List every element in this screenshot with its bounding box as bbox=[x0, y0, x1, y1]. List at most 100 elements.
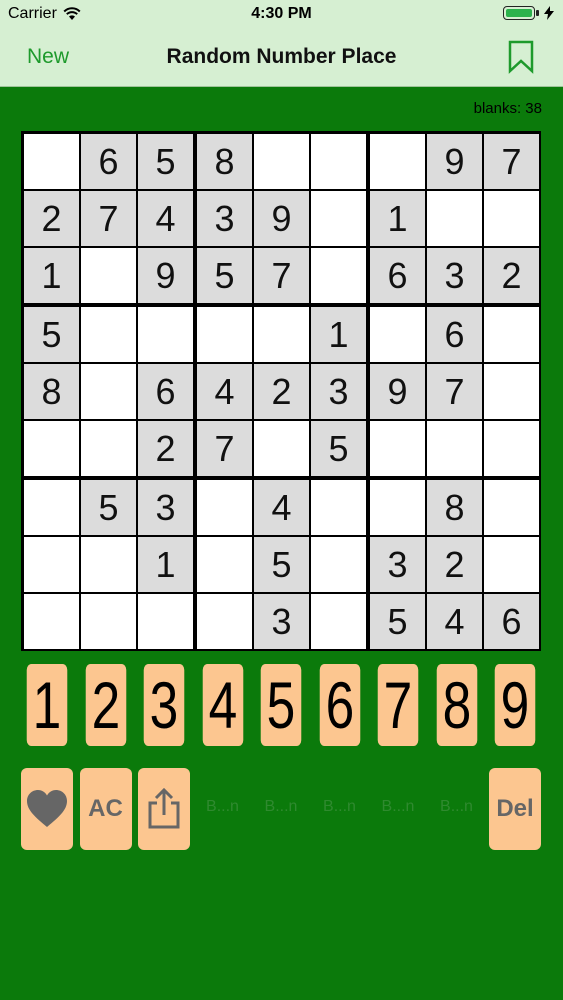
board-cell-r3-c1[interactable]: 1 bbox=[24, 248, 79, 303]
board-cell-r7-c7[interactable] bbox=[370, 480, 425, 535]
board-cell-r9-c6[interactable] bbox=[311, 594, 366, 649]
board-cell-r8-c4[interactable] bbox=[197, 537, 252, 592]
board-cell-r7-c3[interactable]: 3 bbox=[138, 480, 193, 535]
board-cell-r9-c1[interactable] bbox=[24, 594, 79, 649]
board-cell-r9-c2[interactable] bbox=[81, 594, 136, 649]
number-key-4[interactable]: 4 bbox=[202, 664, 243, 746]
number-key-9[interactable]: 9 bbox=[494, 664, 536, 746]
board-cell-r6-c6[interactable]: 5 bbox=[311, 421, 366, 476]
board-cell-r2-c5[interactable]: 9 bbox=[254, 191, 309, 246]
board-cell-r6-c2[interactable] bbox=[81, 421, 136, 476]
board-cell-r8-c2[interactable] bbox=[81, 537, 136, 592]
board-cell-r2-c3[interactable]: 4 bbox=[138, 191, 193, 246]
board-cell-r1-c3[interactable]: 5 bbox=[138, 134, 193, 189]
board-cell-r2-c7[interactable]: 1 bbox=[370, 191, 425, 246]
board-cell-r8-c7[interactable]: 3 bbox=[370, 537, 425, 592]
board-cell-r1-c1[interactable] bbox=[24, 134, 79, 189]
board-cell-r8-c3[interactable]: 1 bbox=[138, 537, 193, 592]
board-cell-r5-c8[interactable]: 7 bbox=[427, 364, 482, 419]
heart-icon bbox=[27, 790, 67, 827]
board-cell-r7-c8[interactable]: 8 bbox=[427, 480, 482, 535]
board-cell-r5-c1[interactable]: 8 bbox=[24, 364, 79, 419]
board-cell-r6-c9[interactable] bbox=[484, 421, 539, 476]
board-cell-r9-c5[interactable]: 3 bbox=[254, 594, 309, 649]
board-cell-r9-c8[interactable]: 4 bbox=[427, 594, 482, 649]
board-cell-r5-c3[interactable]: 6 bbox=[138, 364, 193, 419]
favorite-button[interactable] bbox=[21, 768, 73, 850]
number-key-7[interactable]: 7 bbox=[377, 664, 419, 746]
board-cell-r4-c5[interactable] bbox=[254, 307, 309, 362]
board-cell-r5-c7[interactable]: 9 bbox=[370, 364, 425, 419]
board-cell-r2-c8[interactable] bbox=[427, 191, 482, 246]
board-cell-r7-c6[interactable] bbox=[311, 480, 366, 535]
board-cell-r6-c5[interactable] bbox=[254, 421, 309, 476]
board-cell-r7-c1[interactable] bbox=[24, 480, 79, 535]
board-cell-r3-c5[interactable]: 7 bbox=[254, 248, 309, 303]
board-cell-r3-c4[interactable]: 5 bbox=[197, 248, 252, 303]
bookmark-icon[interactable] bbox=[507, 40, 535, 74]
board-cell-r5-c5[interactable]: 2 bbox=[254, 364, 309, 419]
board-cell-r4-c4[interactable] bbox=[197, 307, 252, 362]
board-cell-r7-c4[interactable] bbox=[197, 480, 252, 535]
board-cell-r1-c9[interactable]: 7 bbox=[484, 134, 539, 189]
board-cell-r8-c8[interactable]: 2 bbox=[427, 537, 482, 592]
board-cell-r7-c5[interactable]: 4 bbox=[254, 480, 309, 535]
status-bar: Carrier 4:30 PM bbox=[0, 0, 563, 30]
number-key-3[interactable]: 3 bbox=[143, 664, 185, 746]
board-cell-r1-c4[interactable]: 8 bbox=[197, 134, 252, 189]
board-cell-r4-c2[interactable] bbox=[81, 307, 136, 362]
board-cell-r2-c1[interactable]: 2 bbox=[24, 191, 79, 246]
board-cell-r6-c1[interactable] bbox=[24, 421, 79, 476]
page-title: Random Number Place bbox=[166, 45, 397, 68]
board-cell-r8-c1[interactable] bbox=[24, 537, 79, 592]
all-clear-button[interactable]: AC bbox=[79, 768, 132, 850]
board-cell-r4-c3[interactable] bbox=[138, 307, 193, 362]
board-cell-r6-c4[interactable]: 7 bbox=[197, 421, 252, 476]
delete-button[interactable]: Del bbox=[489, 768, 541, 850]
number-key-1[interactable]: 1 bbox=[26, 664, 68, 746]
board-cell-r6-c8[interactable] bbox=[427, 421, 482, 476]
board-cell-r8-c5[interactable]: 5 bbox=[254, 537, 309, 592]
board-cell-r3-c8[interactable]: 3 bbox=[427, 248, 482, 303]
board-cell-r4-c6[interactable]: 1 bbox=[311, 307, 366, 362]
board-cell-r2-c9[interactable] bbox=[484, 191, 539, 246]
board-cell-r5-c2[interactable] bbox=[81, 364, 136, 419]
board-cell-r5-c6[interactable]: 3 bbox=[311, 364, 366, 419]
board-cell-r5-c4[interactable]: 4 bbox=[197, 364, 252, 419]
board-cell-r9-c3[interactable] bbox=[138, 594, 193, 649]
all-clear-label: AC bbox=[88, 795, 123, 822]
board-cell-r3-c2[interactable] bbox=[81, 248, 136, 303]
number-key-6[interactable]: 6 bbox=[319, 664, 360, 746]
board-cell-r3-c6[interactable] bbox=[311, 248, 366, 303]
number-key-8[interactable]: 8 bbox=[436, 664, 477, 746]
board-cell-r4-c8[interactable]: 6 bbox=[427, 307, 482, 362]
board-cell-r9-c4[interactable] bbox=[197, 594, 252, 649]
board-cell-r8-c6[interactable] bbox=[311, 537, 366, 592]
board-cell-r2-c2[interactable]: 7 bbox=[81, 191, 136, 246]
board-cell-r1-c7[interactable] bbox=[370, 134, 425, 189]
number-key-5[interactable]: 5 bbox=[260, 664, 302, 746]
board-cell-r2-c4[interactable]: 3 bbox=[197, 191, 252, 246]
board-cell-r1-c5[interactable] bbox=[254, 134, 309, 189]
board-cell-r2-c6[interactable] bbox=[311, 191, 366, 246]
board-cell-r1-c6[interactable] bbox=[311, 134, 366, 189]
board-cell-r4-c7[interactable] bbox=[370, 307, 425, 362]
board-cell-r7-c2[interactable]: 5 bbox=[81, 480, 136, 535]
board-cell-r1-c8[interactable]: 9 bbox=[427, 134, 482, 189]
board-cell-r3-c3[interactable]: 9 bbox=[138, 248, 193, 303]
board-cell-r1-c2[interactable]: 6 bbox=[81, 134, 136, 189]
board-cell-r6-c7[interactable] bbox=[370, 421, 425, 476]
number-key-2[interactable]: 2 bbox=[85, 664, 126, 746]
board-cell-r9-c9[interactable]: 6 bbox=[484, 594, 539, 649]
board-cell-r9-c7[interactable]: 5 bbox=[370, 594, 425, 649]
sudoku-board: 6589727439119576325168642397275534815323… bbox=[21, 131, 541, 651]
board-cell-r8-c9[interactable] bbox=[484, 537, 539, 592]
board-cell-r7-c9[interactable] bbox=[484, 480, 539, 535]
board-cell-r4-c9[interactable] bbox=[484, 307, 539, 362]
board-cell-r3-c9[interactable]: 2 bbox=[484, 248, 539, 303]
board-cell-r3-c7[interactable]: 6 bbox=[370, 248, 425, 303]
board-cell-r5-c9[interactable] bbox=[484, 364, 539, 419]
board-cell-r4-c1[interactable]: 5 bbox=[24, 307, 79, 362]
board-cell-r6-c3[interactable]: 2 bbox=[138, 421, 193, 476]
share-button[interactable] bbox=[138, 768, 190, 850]
